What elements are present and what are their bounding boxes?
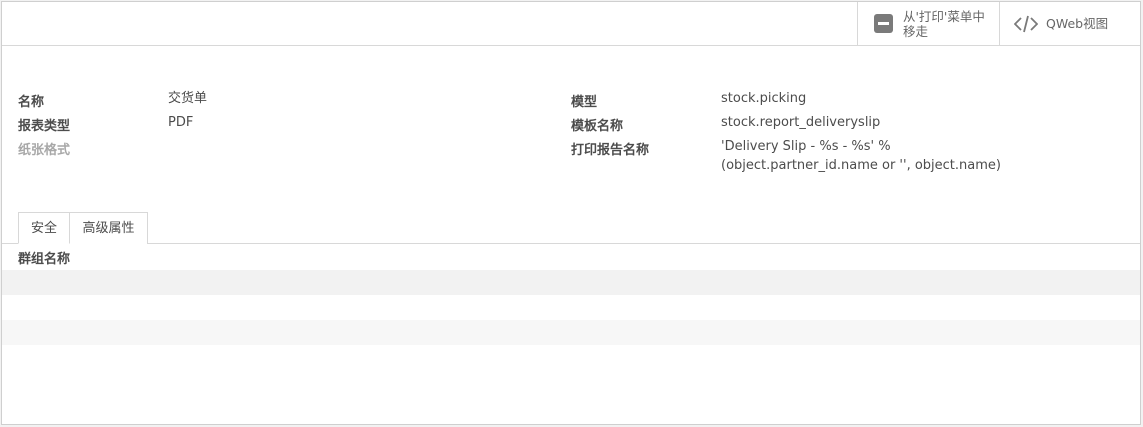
minus-square-icon (874, 14, 893, 33)
tab-advanced-properties[interactable]: 高级属性 (70, 212, 148, 244)
list-row (2, 270, 1140, 295)
list-row (2, 320, 1140, 345)
remove-from-print-menu-label: 从'打印'菜单中移走 (903, 8, 985, 39)
name-value[interactable]: 交货单 (168, 89, 207, 108)
notebook-tabs: 安全 高级属性 (2, 212, 1140, 244)
model-label: 模型 (571, 95, 598, 110)
tab-security[interactable]: 安全 (18, 212, 70, 244)
model-value[interactable]: stock.picking (721, 89, 806, 108)
qweb-view-label: QWeb视图 (1046, 16, 1109, 31)
print-report-name-label: 打印报告名称 (571, 143, 650, 158)
name-label: 名称 (18, 95, 45, 110)
remove-from-print-menu-button[interactable]: 从'打印'菜单中移走 (857, 2, 999, 45)
template-name-value[interactable]: stock.report_deliveryslip (721, 113, 880, 132)
paper-format-label: 纸张格式 (18, 143, 71, 158)
list-row (2, 295, 1140, 320)
template-name-label: 模板名称 (571, 119, 624, 134)
button-box: 从'打印'菜单中移走 QWeb视图 (2, 2, 1140, 46)
report-type-value[interactable]: PDF (168, 113, 193, 132)
print-report-name-value[interactable]: 'Delivery Slip - %s - %s' % (object.part… (721, 137, 1051, 175)
form-sheet: 从'打印'菜单中移走 QWeb视图 名称 交货单 报表类型 PDF 纸张格式 模… (1, 1, 1141, 425)
code-icon (1014, 15, 1038, 32)
group-name-column-header[interactable]: 群组名称 (18, 248, 70, 267)
qweb-view-button[interactable]: QWeb视图 (999, 2, 1141, 45)
report-type-label: 报表类型 (18, 119, 71, 134)
